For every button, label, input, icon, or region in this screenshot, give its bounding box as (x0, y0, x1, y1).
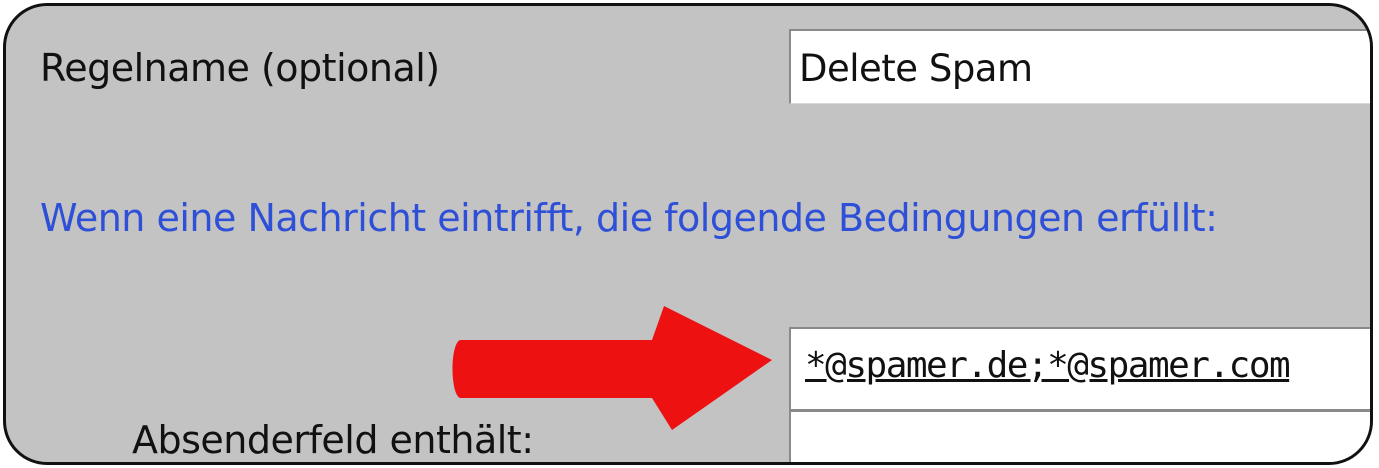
rule-editor-panel: Regelname (optional) Delete Spam Wenn ei… (3, 3, 1373, 465)
arrow-right-icon (452, 306, 772, 430)
rule-name-input[interactable]: Delete Spam (789, 29, 1370, 104)
rule-name-value: Delete Spam (799, 47, 1033, 90)
input-divider (791, 409, 1370, 412)
sender-contains-value: *@spamer.de;*@spamer.com (805, 345, 1291, 386)
sender-contains-input[interactable]: *@spamer.de;*@spamer.com (789, 327, 1370, 462)
rule-name-label: Regelname (optional) (40, 46, 440, 90)
condition-heading: Wenn eine Nachricht eintrifft, die folge… (40, 196, 1218, 240)
sender-field-label: Absenderfeld enthält: (132, 418, 534, 462)
